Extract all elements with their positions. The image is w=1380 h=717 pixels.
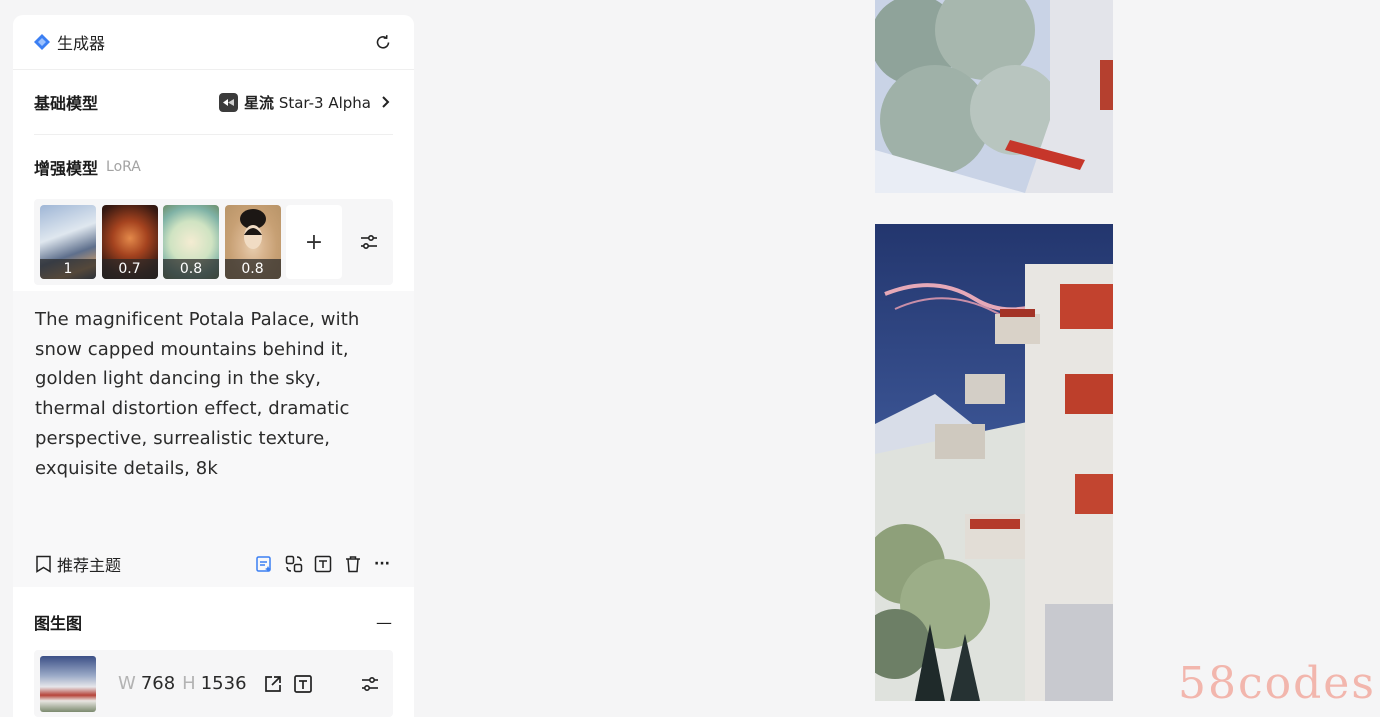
ai-expand-icon[interactable] <box>254 554 274 574</box>
prompt-toolbar: 推荐主题 ··· <box>35 551 392 577</box>
lora-item[interactable]: 1 <box>40 205 96 279</box>
model-logo-icon <box>219 92 239 112</box>
more-icon[interactable]: ··· <box>372 554 392 574</box>
lora-weight: 0.7 <box>101 259 158 279</box>
img2img-header: 图生图 — <box>34 601 393 643</box>
image-prompt-icon[interactable] <box>292 673 314 695</box>
lora-header: 增强模型 LoRA <box>34 135 393 199</box>
result-image-bottom[interactable] <box>875 224 1113 701</box>
recommended-topic-button[interactable]: 推荐主题 <box>35 552 121 576</box>
prompt-tools: ··· <box>245 554 393 574</box>
panel-header: 生成器 <box>13 15 414 70</box>
refresh-icon[interactable] <box>372 31 394 53</box>
lora-weight: 1 <box>40 259 96 279</box>
prompt-text[interactable]: The magnificent Potala Palace, with snow… <box>35 305 392 483</box>
open-external-icon[interactable] <box>262 673 284 695</box>
img2img-reference: W 768 H 1536 <box>34 650 393 717</box>
sliders-icon[interactable] <box>360 674 380 694</box>
lora-item[interactable]: 0.8 <box>163 205 219 279</box>
lora-sublabel: LoRA <box>106 159 141 175</box>
trash-icon[interactable] <box>343 554 363 574</box>
width-key: W <box>118 673 136 694</box>
add-lora-button[interactable]: + <box>286 205 342 279</box>
reference-image[interactable] <box>40 655 96 712</box>
lora-weight: 0.8 <box>224 259 281 279</box>
base-model-label: 基础模型 <box>34 94 99 113</box>
model-name: Star-3 Alpha <box>278 93 371 112</box>
model-brand: 星流 <box>244 93 275 112</box>
lora-item[interactable]: 0.7 <box>101 205 158 279</box>
bookmark-icon <box>36 555 51 573</box>
chevron-right-icon <box>381 95 393 109</box>
result-art <box>875 224 1113 701</box>
sparkle-diamond-icon <box>33 33 51 51</box>
img2img-label: 图生图 <box>34 614 83 633</box>
base-model-selector[interactable]: 星流 Star-3 Alpha <box>219 92 393 113</box>
lora-item[interactable]: 0.8 <box>224 205 281 279</box>
width-value[interactable]: 768 <box>141 673 175 694</box>
prompt-editor[interactable]: The magnificent Potala Palace, with snow… <box>13 291 414 587</box>
dimensions: W 768 H 1536 <box>118 673 314 695</box>
panel-title: 生成器 <box>57 34 106 53</box>
collapse-button[interactable]: — <box>375 613 393 632</box>
lora-label: 增强模型 <box>34 159 99 178</box>
lora-weight: 0.8 <box>163 259 219 279</box>
result-image-top[interactable] <box>875 0 1113 193</box>
image-prompt-icon[interactable] <box>313 554 333 574</box>
lora-list: 1 0.7 0.8 0.8 + <box>34 199 393 285</box>
result-art <box>875 0 1113 193</box>
watermark: 58codes <box>1178 658 1376 709</box>
height-key: H <box>182 673 196 694</box>
height-value[interactable]: 1536 <box>201 673 247 694</box>
generator-panel: 生成器 基础模型 星流 Star-3 Alpha 增强模型 LoRA 1 0.7… <box>13 15 414 717</box>
sliders-icon[interactable] <box>359 232 379 252</box>
base-model-row: 基础模型 星流 Star-3 Alpha <box>34 70 393 135</box>
recommended-topic-label: 推荐主题 <box>57 556 122 575</box>
translate-icon[interactable] <box>284 554 304 574</box>
